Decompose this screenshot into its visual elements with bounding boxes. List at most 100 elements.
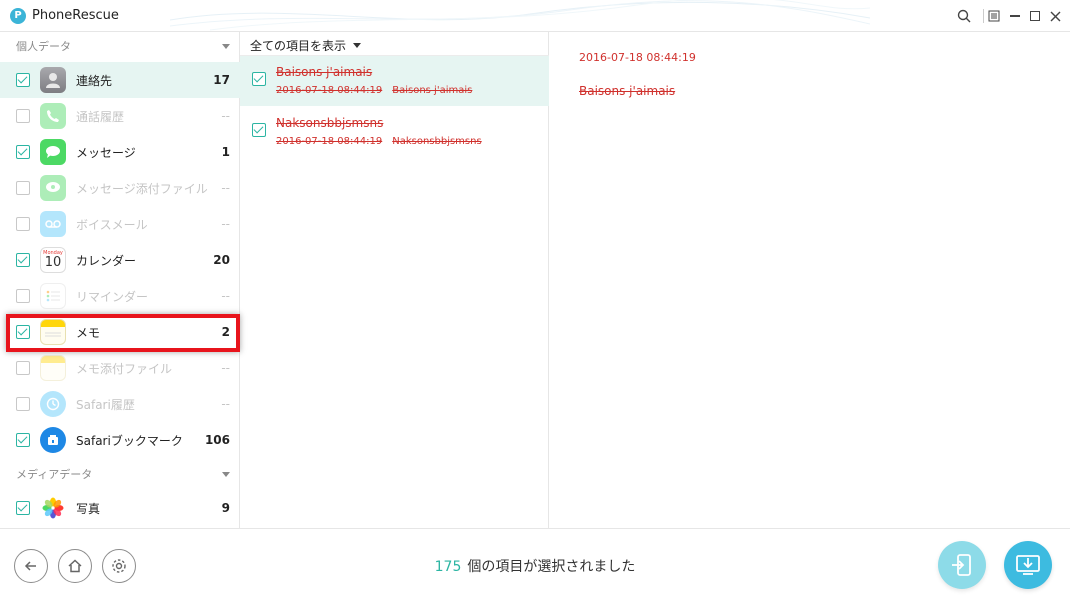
selected-count: 175 — [434, 559, 462, 575]
sidebar-item-label: 連絡先 — [76, 73, 113, 88]
safari-history-icon — [40, 391, 66, 417]
sidebar-item-count: 1 — [221, 145, 230, 159]
note-title: Baisons j'aimais — [276, 65, 373, 79]
note-date: 2016-07-18 08:44:19 — [276, 136, 383, 147]
safari-bookmark-icon — [40, 427, 66, 453]
checkbox[interactable] — [16, 501, 30, 515]
sidebar-item-count: 17 — [213, 73, 230, 87]
calendar-icon: Monday 10 — [40, 247, 66, 273]
sidebar-item-label: カレンダー — [76, 253, 137, 268]
menu-icon[interactable] — [984, 6, 1004, 26]
selection-status: 175 個の項目が選択されました — [0, 556, 1070, 576]
photos-icon — [40, 495, 66, 521]
sidebar-item-messages[interactable]: メッセージ 1 — [0, 134, 240, 170]
checkbox[interactable] — [16, 109, 30, 123]
sidebar-item-reminders[interactable]: リマインダー -- — [0, 278, 240, 314]
sidebar-item-count: -- — [221, 181, 230, 195]
sidebar-item-count: 20 — [213, 253, 230, 267]
filter-dropdown[interactable]: 全ての項目を表示 — [250, 35, 362, 55]
minimize-icon[interactable] — [1005, 6, 1025, 26]
checkbox[interactable] — [16, 73, 30, 87]
sidebar-item-label: Safari履歴 — [76, 397, 135, 412]
section-title: メディアデータ — [16, 468, 93, 481]
sidebar-item-label: メッセージ — [76, 145, 136, 160]
sidebar-item-notes[interactable]: メモ 2 — [0, 314, 240, 350]
sidebar-item-count: 106 — [204, 433, 230, 447]
sidebar-item-count: 9 — [221, 501, 230, 515]
chevron-down-icon — [222, 472, 230, 477]
sidebar-item-photos[interactable]: 写真 9 — [0, 490, 240, 526]
recover-to-computer-button[interactable] — [1004, 541, 1052, 589]
checkbox[interactable] — [16, 433, 30, 447]
category-sidebar: 個人データ 連絡先 17 通話履歴 -- メッセージ 1 メッセージ添付ファイル… — [0, 32, 240, 528]
checkbox[interactable] — [16, 397, 30, 411]
sidebar-item-count: -- — [221, 397, 230, 411]
list-item[interactable]: Baisons j'aimais 2016-07-18 08:44:19 Bais… — [240, 56, 549, 106]
checkbox[interactable] — [16, 325, 30, 339]
notes-attachment-icon — [40, 355, 66, 381]
note-preview: Naksonsbbjsmsns — [392, 136, 482, 147]
sidebar-item-count: -- — [221, 217, 230, 231]
section-header-media[interactable]: メディアデータ — [0, 460, 240, 488]
sidebar-item-label: メモ — [76, 325, 101, 340]
sidebar-item-call-history[interactable]: 通話履歴 -- — [0, 98, 240, 134]
sidebar-item-label: ボイスメール — [76, 217, 148, 232]
notes-list-panel: 全ての項目を表示 Baisons j'aimais 2016-07-18 08:… — [240, 32, 549, 528]
chevron-down-icon — [222, 44, 230, 49]
note-detail-panel: 2016-07-18 08:44:19 Baisons j'aimais — [549, 32, 1070, 528]
sidebar-item-safari-history[interactable]: Safari履歴 -- — [0, 386, 240, 422]
voicemail-icon — [40, 211, 66, 237]
recover-to-device-button[interactable] — [938, 541, 986, 589]
close-icon[interactable] — [1045, 6, 1065, 26]
checkbox[interactable] — [252, 123, 266, 137]
sidebar-item-message-attachments[interactable]: メッセージ添付ファイル -- — [0, 170, 240, 206]
sidebar-item-notes-attachments[interactable]: メモ添付ファイル -- — [0, 350, 240, 386]
note-title: Naksonsbbjsmsns — [276, 116, 384, 130]
list-item[interactable]: Naksonsbbjsmsns 2016-07-18 08:44:19 Nakso… — [240, 107, 549, 157]
search-icon[interactable] — [954, 6, 974, 26]
note-date: 2016-07-18 08:44:19 — [276, 85, 383, 96]
checkbox[interactable] — [16, 253, 30, 267]
detail-body: Baisons j'aimais — [579, 84, 676, 98]
sidebar-item-safari-bookmarks[interactable]: Safariブックマーク 106 — [0, 422, 240, 458]
sidebar-item-count: -- — [221, 361, 230, 375]
recover-to-device-icon — [952, 554, 971, 576]
sidebar-item-count: -- — [221, 289, 230, 303]
detail-date: 2016-07-18 08:44:19 — [579, 51, 696, 64]
recover-to-computer-icon — [1016, 555, 1040, 575]
sidebar-item-label: Safariブックマーク — [76, 433, 183, 448]
message-attachment-icon — [40, 175, 66, 201]
checkbox[interactable] — [252, 72, 266, 86]
notes-icon — [40, 319, 66, 345]
checkbox[interactable] — [16, 289, 30, 303]
sidebar-item-calendar[interactable]: Monday 10 カレンダー 20 — [0, 242, 240, 278]
sidebar-item-label: メモ添付ファイル — [76, 361, 173, 376]
contacts-icon — [40, 67, 66, 93]
sidebar-item-label: 通話履歴 — [76, 109, 125, 124]
checkbox[interactable] — [16, 217, 30, 231]
selected-text: 個の項目が選択されました — [467, 559, 636, 575]
sidebar-item-contacts[interactable]: 連絡先 17 — [0, 62, 240, 98]
note-meta: 2016-07-18 08:44:19 Naksonsbbjsmsns — [276, 136, 482, 147]
maximize-icon[interactable] — [1025, 6, 1045, 26]
filter-label: 全ての項目を表示 — [250, 38, 347, 53]
section-header-personal[interactable]: 個人データ — [0, 32, 240, 60]
sidebar-item-label: メッセージ添付ファイル — [76, 181, 208, 196]
title-bar: P PhoneRescue — [0, 0, 1070, 32]
sidebar-item-voicemail[interactable]: ボイスメール -- — [0, 206, 240, 242]
app-logo-icon: P — [10, 8, 26, 24]
sidebar-item-label: リマインダー — [76, 289, 149, 304]
messages-icon — [40, 139, 66, 165]
header-wave-decoration — [170, 0, 870, 31]
app-title: PhoneRescue — [32, 8, 119, 23]
chevron-down-icon — [353, 42, 362, 48]
reminders-icon — [40, 283, 66, 309]
checkbox[interactable] — [16, 361, 30, 375]
note-meta: 2016-07-18 08:44:19 Baisons j'aimais — [276, 85, 472, 96]
checkbox[interactable] — [16, 181, 30, 195]
section-title: 個人データ — [16, 40, 71, 53]
checkbox[interactable] — [16, 145, 30, 159]
phone-icon — [40, 103, 66, 129]
footer-bar: 175 個の項目が選択されました — [0, 528, 1070, 600]
note-preview: Baisons j'aimais — [392, 85, 473, 96]
